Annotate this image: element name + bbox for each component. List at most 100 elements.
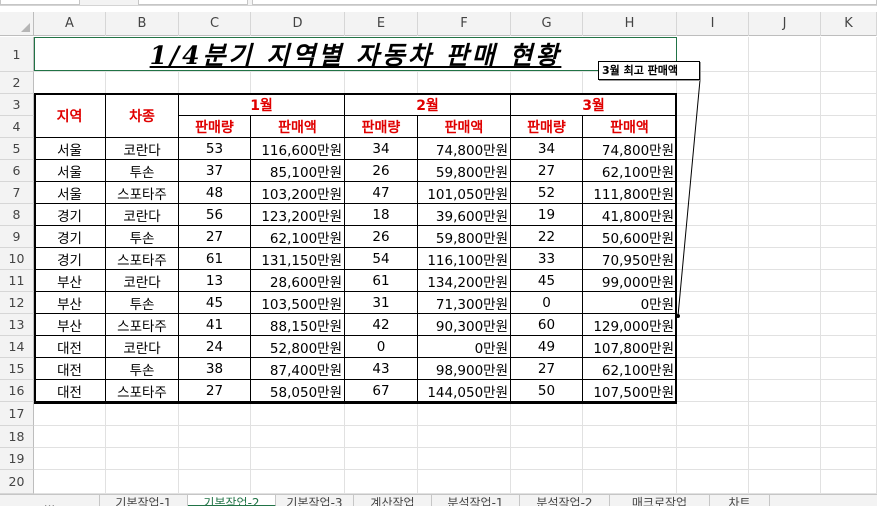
title-cell[interactable]: 1/4분기 지역별 자동차 판매 현황 [34,37,677,71]
table-cell[interactable]: 70,950만원 [583,248,677,270]
table-cell[interactable]: 43 [345,358,418,380]
table-cell[interactable]: 45 [179,292,251,314]
table-cell[interactable]: 스포타주 [106,182,179,204]
table-cell[interactable]: 27 [511,358,583,380]
table-cell[interactable]: 0만원 [583,292,677,314]
row-header-3[interactable]: 3 [0,94,34,116]
name-box[interactable] [0,0,80,5]
table-cell[interactable]: 116,100만원 [418,248,511,270]
table-cell[interactable]: 62,100만원 [251,226,345,248]
table-cell[interactable]: 60 [511,314,583,336]
table-cell[interactable]: 88,150만원 [251,314,345,336]
row-header-19[interactable]: 19 [0,448,34,470]
table-cell[interactable]: 39,600만원 [418,204,511,226]
header-qty[interactable]: 판매량 [345,116,418,138]
table-cell[interactable]: 41,800만원 [583,204,677,226]
row-header-6[interactable]: 6 [0,160,34,182]
row-header-8[interactable]: 8 [0,204,34,226]
table-cell[interactable]: 49 [511,336,583,358]
row-header-11[interactable]: 11 [0,270,34,292]
header-car[interactable]: 차종 [106,94,179,138]
table-cell[interactable]: 61 [345,270,418,292]
table-cell[interactable]: 56 [179,204,251,226]
table-cell[interactable]: 코란다 [106,204,179,226]
table-cell[interactable]: 48 [179,182,251,204]
header-month-3[interactable]: 3월 [511,94,677,116]
table-cell[interactable]: 24 [179,336,251,358]
table-cell[interactable]: 101,050만원 [418,182,511,204]
select-all-corner[interactable] [0,12,34,36]
table-cell[interactable]: 52 [511,182,583,204]
table-cell[interactable]: 87,400만원 [251,358,345,380]
row-header-16[interactable]: 16 [0,380,34,402]
table-cell[interactable]: 67 [345,380,418,402]
table-cell[interactable]: 116,600만원 [251,138,345,160]
table-cell[interactable]: 0 [511,292,583,314]
table-cell[interactable]: 111,800만원 [583,182,677,204]
column-header-I[interactable]: I [677,12,749,36]
table-cell[interactable]: 13 [179,270,251,292]
table-cell[interactable]: 코란다 [106,270,179,292]
row-header-4[interactable]: 4 [0,116,34,138]
row-header-1[interactable]: 1 [0,37,34,72]
header-amount[interactable]: 판매액 [583,116,677,138]
header-month-2[interactable]: 2월 [345,94,511,116]
table-cell[interactable]: 52,800만원 [251,336,345,358]
column-header-E[interactable]: E [345,12,418,36]
sheet-tab[interactable]: 차트 [710,495,770,506]
table-cell[interactable]: 99,000만원 [583,270,677,292]
column-header-B[interactable]: B [106,12,179,36]
sheet-tab[interactable]: 기본작업-3 [276,495,354,506]
table-cell[interactable]: 59,800만원 [418,160,511,182]
table-cell[interactable]: 38 [179,358,251,380]
table-cell[interactable]: 26 [345,160,418,182]
table-cell[interactable]: 34 [511,138,583,160]
row-header-20[interactable]: 20 [0,470,34,494]
column-header-F[interactable]: F [418,12,511,36]
sheet-tab[interactable]: 매크로작업 [610,495,710,506]
header-month-1[interactable]: 1월 [179,94,345,116]
table-cell[interactable]: 31 [345,292,418,314]
row-header-10[interactable]: 10 [0,248,34,270]
header-region[interactable]: 지역 [34,94,106,138]
table-cell[interactable]: 서울 [34,160,106,182]
sheet-tab[interactable]: 계산작업 [354,495,432,506]
table-cell[interactable]: 서울 [34,182,106,204]
table-cell[interactable]: 47 [345,182,418,204]
sheet-tab[interactable]: ... [0,495,100,506]
table-cell[interactable]: 스포타주 [106,248,179,270]
column-header-C[interactable]: C [179,12,251,36]
table-cell[interactable]: 90,300만원 [418,314,511,336]
table-cell[interactable]: 스포타주 [106,380,179,402]
row-header-7[interactable]: 7 [0,182,34,204]
column-header-A[interactable]: A [34,12,106,36]
header-amount[interactable]: 판매액 [251,116,345,138]
table-cell[interactable]: 26 [345,226,418,248]
row-header-14[interactable]: 14 [0,336,34,358]
table-cell[interactable]: 부산 [34,314,106,336]
row-header-2[interactable]: 2 [0,72,34,94]
table-cell[interactable]: 투손 [106,160,179,182]
column-header-K[interactable]: K [821,12,877,36]
row-header-18[interactable]: 18 [0,426,34,448]
table-cell[interactable]: 58,050만원 [251,380,345,402]
formula-input[interactable] [252,0,877,5]
table-cell[interactable]: 71,300만원 [418,292,511,314]
table-cell[interactable]: 대전 [34,380,106,402]
table-cell[interactable]: 61 [179,248,251,270]
table-cell[interactable]: 28,600만원 [251,270,345,292]
table-cell[interactable]: 62,100만원 [583,358,677,380]
column-header-H[interactable]: H [583,12,677,36]
table-cell[interactable]: 투손 [106,226,179,248]
table-cell[interactable]: 53 [179,138,251,160]
header-amount[interactable]: 판매액 [418,116,511,138]
row-header-17[interactable]: 17 [0,402,34,426]
table-cell[interactable]: 경기 [34,248,106,270]
table-cell[interactable]: 59,800만원 [418,226,511,248]
table-cell[interactable]: 107,500만원 [583,380,677,402]
table-cell[interactable]: 98,900만원 [418,358,511,380]
table-cell[interactable]: 27 [511,160,583,182]
table-cell[interactable]: 45 [511,270,583,292]
header-qty[interactable]: 판매량 [511,116,583,138]
table-cell[interactable]: 123,200만원 [251,204,345,226]
